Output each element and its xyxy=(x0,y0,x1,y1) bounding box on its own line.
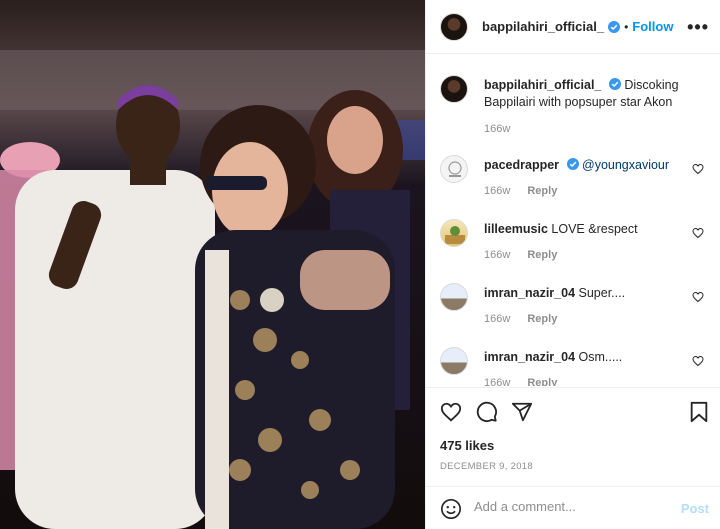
caption-row: bappilahiri_official_ Discoking Bappilai… xyxy=(440,75,710,145)
heart-icon[interactable] xyxy=(692,227,704,242)
post-actions: 475 likes DECEMBER 9, 2018 Post xyxy=(426,387,720,529)
commenter-avatar[interactable] xyxy=(440,155,468,183)
commenter-username[interactable]: imran_nazir_04 xyxy=(484,286,575,300)
bookmark-icon[interactable] xyxy=(689,401,709,426)
commenter-avatar[interactable] xyxy=(440,219,468,247)
add-comment-row: Post xyxy=(426,486,720,529)
share-icon[interactable] xyxy=(511,401,533,426)
post-side-panel: bappilahiri_official_ • Follow ••• bappi… xyxy=(425,0,720,529)
reply-button[interactable]: Reply xyxy=(527,249,557,261)
heart-icon[interactable] xyxy=(692,291,704,306)
post-comment-button[interactable]: Post xyxy=(681,501,709,516)
reply-button[interactable]: Reply xyxy=(527,313,557,325)
reply-button[interactable]: Reply xyxy=(527,185,557,197)
post-header: bappilahiri_official_ • Follow ••• xyxy=(426,0,720,54)
comment-meta: 166w Reply xyxy=(484,249,557,261)
comment-text: Super.... xyxy=(578,286,626,300)
follow-button[interactable]: Follow xyxy=(632,19,673,34)
comment-text-block: imran_nazir_04 Osm..... xyxy=(484,349,689,366)
caption-age: 166w xyxy=(484,123,511,135)
comment-item: imran_nazir_04 Super.... 166w Reply xyxy=(440,283,710,333)
comment-icon[interactable] xyxy=(476,401,498,426)
comment-text-block: pacedrapper @youngxaviour xyxy=(484,157,689,174)
add-comment-input[interactable] xyxy=(474,499,664,514)
caption-avatar[interactable] xyxy=(440,75,468,103)
more-options-icon[interactable]: ••• xyxy=(687,17,709,38)
commenter-username[interactable]: lilleemusic xyxy=(484,222,548,236)
likes-count[interactable]: 475 likes xyxy=(440,438,494,453)
heart-icon[interactable] xyxy=(692,355,704,370)
comment-item: pacedrapper @youngxaviour 166w Reply xyxy=(440,155,710,205)
comment-text: Osm..... xyxy=(578,350,623,364)
commenter-username[interactable]: imran_nazir_04 xyxy=(484,350,575,364)
verified-badge-icon xyxy=(608,20,621,33)
separator-dot: • xyxy=(624,19,629,34)
comment-age: 166w xyxy=(484,185,511,197)
commenter-username[interactable]: pacedrapper xyxy=(484,158,559,172)
verified-badge-icon xyxy=(566,158,579,170)
comment-age: 166w xyxy=(484,313,511,325)
author-username[interactable]: bappilahiri_official_ xyxy=(482,19,604,34)
author-avatar[interactable] xyxy=(440,12,468,41)
comment-text-block: imran_nazir_04 Super.... xyxy=(484,285,689,302)
reply-button[interactable]: Reply xyxy=(527,377,557,386)
comment-meta: 166w Reply xyxy=(484,377,557,386)
caption-text-block: bappilahiri_official_ Discoking Bappilai… xyxy=(484,77,689,111)
comment-item: imran_nazir_04 Osm..... 166w Reply xyxy=(440,347,710,386)
caption-meta: 166w xyxy=(484,123,510,135)
commenter-avatar[interactable] xyxy=(440,283,468,311)
commenter-avatar[interactable] xyxy=(440,347,468,375)
emoji-icon[interactable] xyxy=(440,498,462,523)
comment-text-block: lilleemusic LOVE &respect xyxy=(484,221,689,238)
comment-text[interactable]: @youngxaviour xyxy=(582,158,669,172)
comments-list[interactable]: bappilahiri_official_ Discoking Bappilai… xyxy=(426,55,720,386)
caption-username[interactable]: bappilahiri_official_ xyxy=(484,78,601,92)
comment-age: 166w xyxy=(484,377,511,386)
comment-age: 166w xyxy=(484,249,511,261)
comment-item: lilleemusic LOVE &respect 166w Reply xyxy=(440,219,710,269)
verified-badge-icon xyxy=(608,78,621,90)
comment-text: LOVE &respect xyxy=(551,222,638,236)
comment-meta: 166w Reply xyxy=(484,185,557,197)
post-photo[interactable] xyxy=(0,0,425,529)
post-date[interactable]: DECEMBER 9, 2018 xyxy=(440,461,533,472)
post-photo-image xyxy=(0,0,425,529)
comment-meta: 166w Reply xyxy=(484,313,557,325)
heart-icon[interactable] xyxy=(440,401,462,426)
heart-icon[interactable] xyxy=(692,163,704,178)
